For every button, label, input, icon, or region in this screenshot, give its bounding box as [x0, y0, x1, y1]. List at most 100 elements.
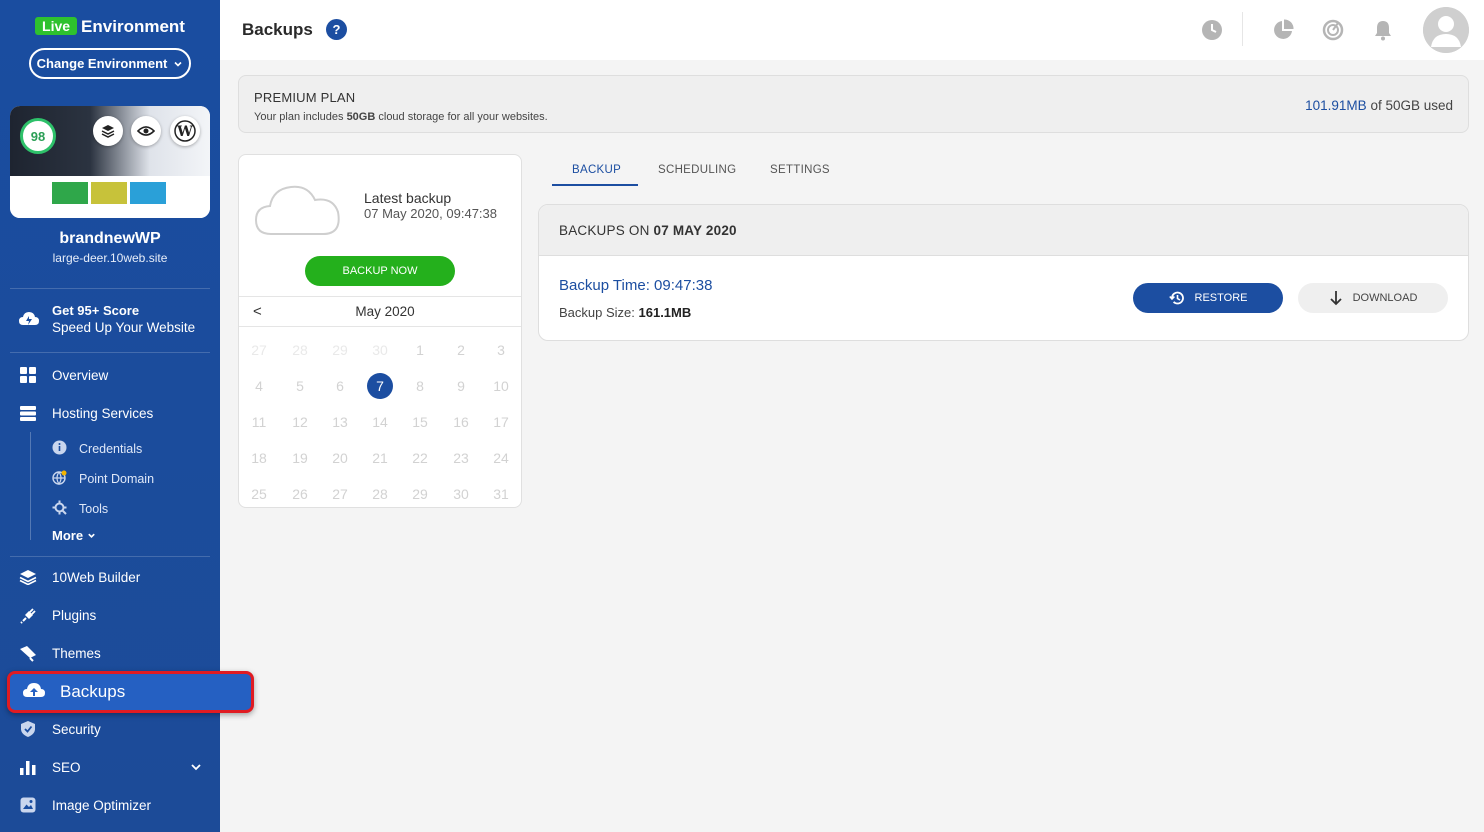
restore-button[interactable]: RESTORE	[1133, 283, 1283, 313]
calendar-day: 29	[412, 486, 428, 502]
speed-up-promo[interactable]: Get 95+ Score Speed Up Your Website	[18, 303, 195, 335]
restore-label: RESTORE	[1194, 292, 1248, 304]
chevron-down-icon	[174, 61, 182, 67]
nav-image-optimizer-label: Image Optimizer	[52, 797, 152, 813]
calendar-day: 28	[372, 486, 388, 502]
nav-themes[interactable]: Themes	[18, 643, 101, 663]
storage-used: 101.91MB	[1305, 98, 1367, 113]
tab-settings[interactable]: SETTINGS	[770, 164, 830, 176]
calendar-day: 27	[332, 486, 348, 502]
globe-icon	[52, 470, 67, 488]
more-label: More	[52, 528, 84, 543]
calendar-day: 13	[332, 414, 348, 430]
nav-security-label: Security	[52, 721, 101, 737]
calendar-day: 12	[292, 414, 308, 430]
download-button[interactable]: DOWNLOAD	[1298, 283, 1448, 313]
svg-text:W: W	[176, 124, 193, 140]
backup-size: Backup Size: 161.1MB	[559, 305, 692, 320]
calendar-week: 27 28 29 30 1 2 3	[239, 329, 521, 365]
cloud-backup-icon	[22, 681, 46, 704]
calendar-week: 11 12 13 14 15 16 17	[239, 401, 521, 437]
nav-tools-label: Tools	[79, 502, 109, 516]
plan-banner: PREMIUM PLAN Your plan includes 50GB clo…	[238, 75, 1469, 133]
nav-overview[interactable]: Overview	[18, 365, 108, 385]
tab-backup[interactable]: BACKUP	[572, 164, 621, 176]
calendar-day: 23	[453, 450, 469, 466]
calendar-day: 5	[296, 378, 304, 394]
bar-chart-icon	[18, 757, 38, 777]
calendar-day: 21	[372, 450, 388, 466]
pie-chart-icon[interactable]	[1271, 18, 1295, 42]
user-avatar[interactable]	[1423, 7, 1469, 53]
calendar-day: 10	[493, 378, 509, 394]
help-icon[interactable]: ?	[326, 19, 347, 40]
site-url: large-deer.10web.site	[52, 251, 168, 265]
sidebar: Live Environment Change Environment 98 W …	[0, 0, 254, 832]
nav-credentials[interactable]: Credentials	[52, 440, 142, 458]
calendar-day: 22	[412, 450, 428, 466]
backup-now-button[interactable]: BACKUP NOW	[305, 256, 455, 286]
calendar-grid: 27 28 29 30 1 2 3 4 5 6 7 8 9 10 11 12 13 14 15 16 17 18 19 20 2…	[239, 329, 521, 507]
nav-themes-label: Themes	[52, 645, 101, 661]
plan-title: PREMIUM PLAN	[254, 90, 356, 105]
calendar-day: 2	[457, 342, 465, 358]
brush-icon	[18, 643, 38, 663]
nav-backups[interactable]: Backups	[7, 671, 254, 713]
chevron-down-icon[interactable]	[190, 762, 202, 772]
nav-point-domain[interactable]: Point Domain	[52, 470, 154, 488]
environment-label: Environment	[81, 17, 185, 36]
nav-seo[interactable]: SEO	[18, 757, 81, 777]
nav-plugins[interactable]: Plugins	[18, 605, 96, 625]
calendar-day: 15	[412, 414, 428, 430]
live-badge: Live	[35, 17, 78, 35]
calendar-week: 25 26 27 28 29 30 31	[239, 473, 521, 507]
history-icon	[1168, 291, 1184, 305]
speed-gauge-icon[interactable]	[1321, 18, 1345, 42]
chevron-down-icon	[87, 533, 95, 538]
calendar-day: 19	[292, 450, 308, 466]
bell-icon[interactable]	[1371, 18, 1395, 42]
download-label: DOWNLOAD	[1352, 292, 1418, 304]
more-toggle[interactable]: More	[52, 528, 96, 543]
calendar-day: 6	[336, 378, 344, 394]
server-icon	[18, 403, 38, 423]
nav-security[interactable]: Security	[18, 719, 101, 739]
calendar-day: 28	[292, 342, 308, 358]
calendar-day: 3	[497, 342, 505, 358]
calendar-day: 16	[453, 414, 469, 430]
divider	[10, 288, 210, 289]
cloud-speed-icon	[19, 312, 39, 325]
nav-image-optimizer[interactable]: Image Optimizer	[18, 795, 151, 815]
calendar-day: 31	[493, 486, 509, 502]
divider	[10, 352, 210, 353]
wordpress-icon[interactable]: W	[170, 116, 200, 146]
cloud-icon	[254, 185, 340, 235]
site-preview-card[interactable]: 98 W	[10, 106, 210, 218]
calendar-day: 29	[332, 342, 348, 358]
nav-credentials-label: Credentials	[79, 442, 143, 456]
clock-icon[interactable]	[1200, 18, 1224, 42]
calendar-day: 30	[453, 486, 469, 502]
environment-title: Live Environment	[0, 17, 220, 37]
top-header: Backups ?	[220, 0, 1484, 60]
calendar-day: 20	[332, 450, 348, 466]
calendar-day: 8	[416, 378, 424, 394]
latest-backup-card: Latest backup 07 May 2020, 09:47:38 BACK…	[238, 154, 522, 508]
calendar-day: 11	[251, 414, 267, 430]
info-icon	[52, 440, 67, 458]
calendar-day-selected[interactable]: 7	[367, 373, 393, 399]
nav-tools[interactable]: Tools	[52, 500, 108, 518]
calendar-week: 18 19 20 21 22 23 24	[239, 437, 521, 473]
calendar-month: May 2020	[355, 304, 415, 319]
layers-icon[interactable]	[93, 116, 123, 146]
calendar-day: 30	[372, 342, 388, 358]
plan-description: Your plan includes 50GB cloud storage fo…	[254, 111, 548, 123]
nav-seo-label: SEO	[52, 759, 81, 775]
nav-10web-builder[interactable]: 10Web Builder	[18, 567, 140, 587]
eye-icon[interactable]	[131, 116, 161, 146]
tab-scheduling[interactable]: SCHEDULING	[658, 164, 736, 176]
change-environment-button[interactable]: Change Environment	[29, 48, 191, 79]
nav-hosting-services[interactable]: Hosting Services	[18, 403, 153, 423]
storage-usage: 101.91MB of 50GB used	[1305, 98, 1453, 113]
performance-score-badge: 98	[20, 118, 56, 154]
